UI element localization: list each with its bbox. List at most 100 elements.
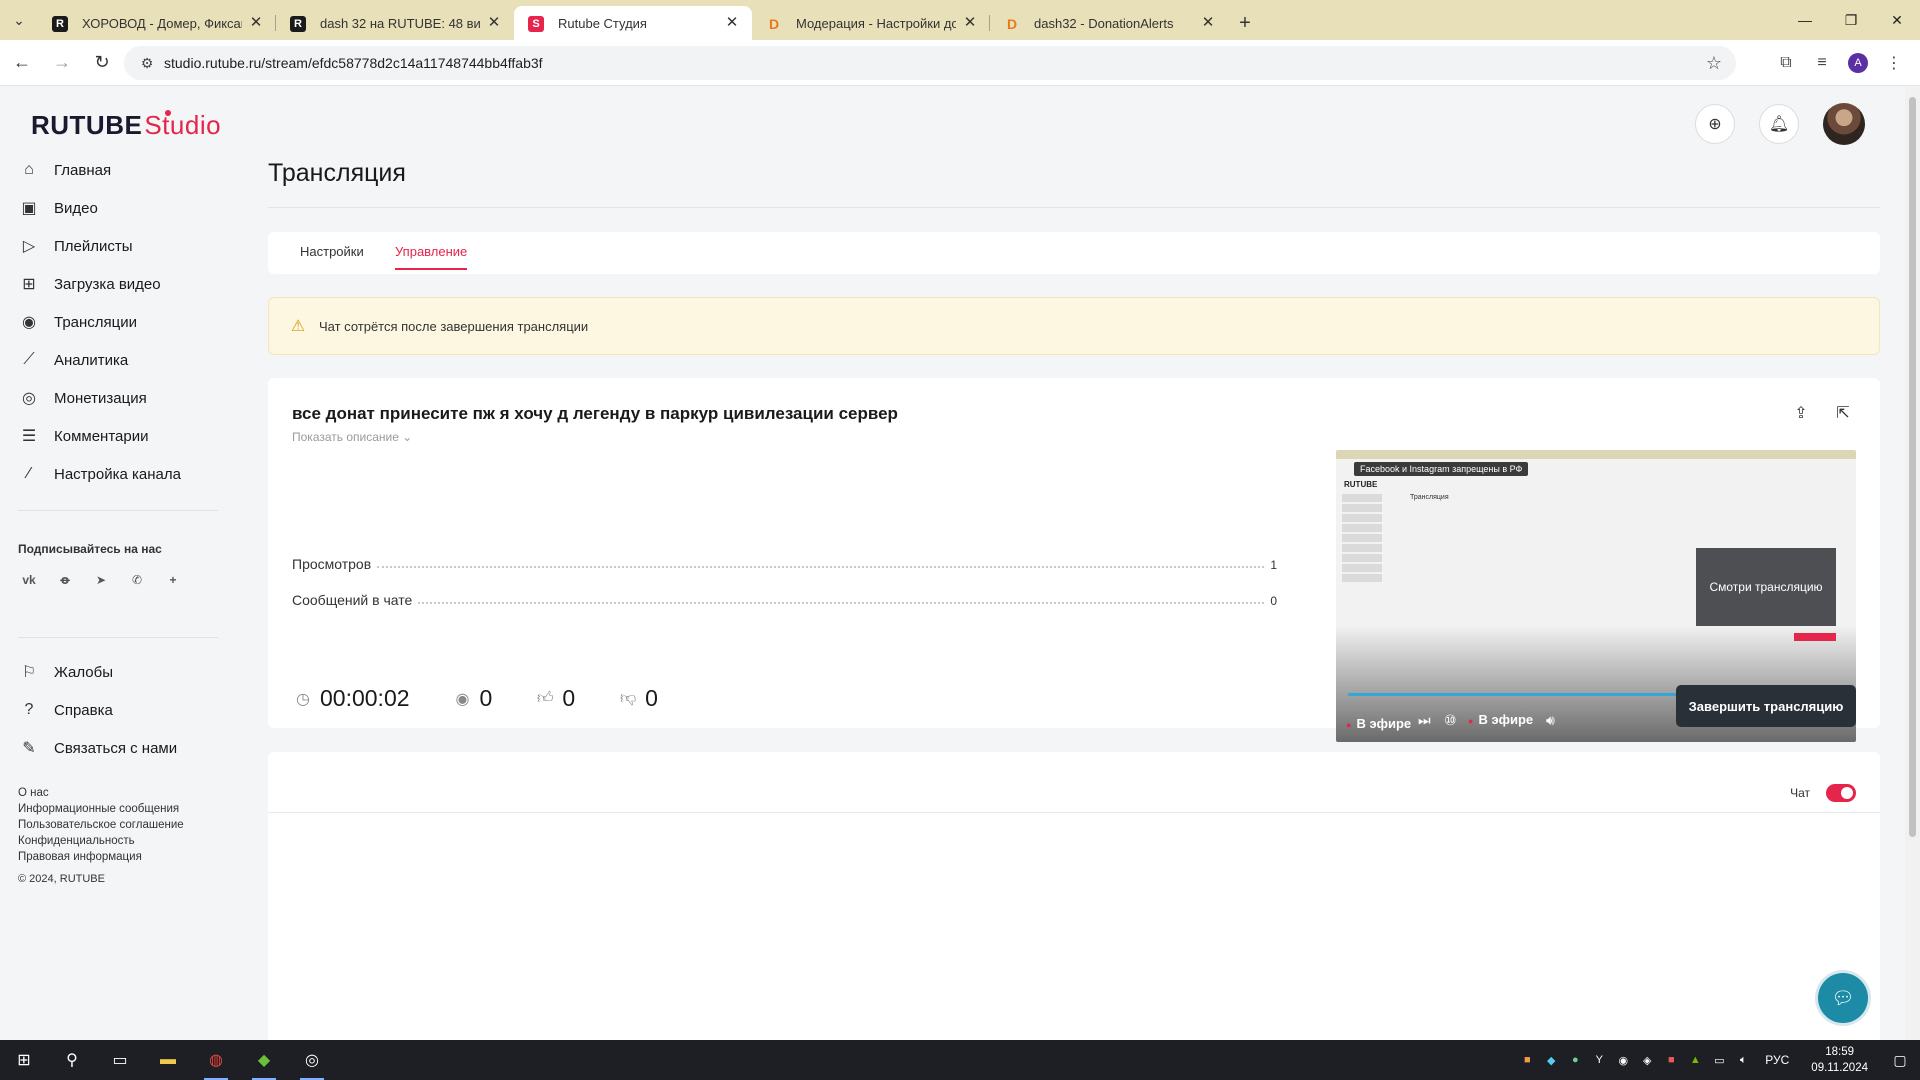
- task-view-icon[interactable]: ▭: [96, 1040, 144, 1080]
- tray-nvidia-icon[interactable]: ▲: [1683, 1040, 1707, 1080]
- replay-10-icon[interactable]: ⑩: [1444, 712, 1457, 729]
- footer-link[interactable]: Пользовательское соглашение: [18, 817, 184, 833]
- chat-bubble-icon: 💬︎: [1831, 987, 1855, 1008]
- close-tab-icon[interactable]: ✕: [1200, 14, 1216, 31]
- new-tab-button[interactable]: +: [1228, 6, 1262, 40]
- page-scrollbar[interactable]: [1905, 87, 1920, 1040]
- tray-shield-icon[interactable]: ◆: [1539, 1040, 1563, 1080]
- sidebar-item-channel-settings[interactable]: ⁄ Настройка канала: [18, 455, 181, 493]
- back-icon[interactable]: ←: [4, 45, 40, 81]
- sidebar-item-video[interactable]: ▣ Видео: [18, 189, 97, 227]
- bookmark-star-icon[interactable]: ☆: [1706, 53, 1722, 74]
- search-icon[interactable]: ⚲: [48, 1040, 96, 1080]
- browser-menu-icon[interactable]: ⋮: [1876, 45, 1912, 81]
- extensions-icon[interactable]: ⧉: [1768, 45, 1804, 81]
- footer-link[interactable]: Правовая информация: [18, 849, 184, 865]
- close-window-icon[interactable]: ✕: [1874, 0, 1920, 40]
- scrollbar-thumb[interactable]: [1909, 97, 1916, 837]
- media-controls-icon[interactable]: ≡: [1804, 45, 1840, 81]
- telegram-icon[interactable]: ➤: [90, 569, 112, 591]
- chrome-icon[interactable]: ◍: [192, 1040, 240, 1080]
- sidebar-item-complaints[interactable]: ⚐ Жалобы: [18, 653, 113, 691]
- footer-link[interactable]: Конфиденциальность: [18, 833, 184, 849]
- external-link-icon[interactable]: ⇱: [1832, 402, 1854, 424]
- stat-leader-dots: [418, 602, 1265, 604]
- live-indicator[interactable]: В эфире: [1468, 712, 1533, 727]
- tray-app-icon[interactable]: ●: [1563, 1040, 1587, 1080]
- obs-icon[interactable]: ◎: [288, 1040, 336, 1080]
- sidebar-item-home[interactable]: ⌂ Главная: [18, 151, 111, 189]
- sidebar-item-comments[interactable]: ☰ Комментарии: [18, 417, 149, 455]
- volume-icon[interactable]: 🔊︎: [1546, 712, 1555, 729]
- stat-label: Просмотров: [292, 556, 372, 572]
- tab-management[interactable]: Управление: [395, 244, 468, 270]
- address-bar[interactable]: ⚙ studio.rutube.ru/stream/efdc58778d2c14…: [124, 46, 1736, 80]
- taskbar-clock[interactable]: 18:59 09.11.2024: [1811, 1044, 1868, 1076]
- warning-text: Чат сотрётся после завершения трансляции: [319, 318, 589, 334]
- minecraft-icon[interactable]: ◆: [240, 1040, 288, 1080]
- skip-forward-icon[interactable]: ⏭: [1418, 712, 1431, 729]
- sidebar-item-analytics[interactable]: ⟋ Аналитика: [18, 341, 128, 379]
- chevron-down-icon: ⌄: [402, 430, 413, 444]
- browser-tab-5[interactable]: D dash32 - DonationAlerts ✕: [990, 6, 1228, 40]
- chat-toggle[interactable]: [1826, 784, 1856, 802]
- show-description-link[interactable]: Показать описание ⌄: [292, 430, 412, 444]
- close-tab-icon[interactable]: ✕: [486, 14, 502, 31]
- file-explorer-icon[interactable]: ▬: [144, 1040, 192, 1080]
- viber-icon[interactable]: ✆: [126, 569, 148, 591]
- tray-app-icon[interactable]: ■: [1659, 1040, 1683, 1080]
- reload-icon[interactable]: ↻: [84, 45, 120, 81]
- support-chat-button[interactable]: 💬︎: [1818, 973, 1868, 1023]
- sidebar-item-streams[interactable]: ◉ Трансляции: [18, 303, 137, 341]
- stream-card-actions: ⇪ ⇱: [1790, 402, 1854, 424]
- browser-toolbar: ← → ↻ ⚙ studio.rutube.ru/stream/efdc5877…: [0, 40, 1920, 86]
- preview-page-title: Трансляция: [1410, 494, 1449, 501]
- close-tab-icon[interactable]: ✕: [724, 14, 740, 31]
- end-stream-button[interactable]: Завершить трансляцию: [1676, 685, 1856, 727]
- sidebar-item-upload[interactable]: ⊞ Загрузка видео: [18, 265, 160, 303]
- notification-center-icon[interactable]: ▢: [1880, 1052, 1920, 1069]
- browser-tab-1[interactable]: R ХОРОВОД - Домер, Фиксай, Р ✕: [38, 6, 276, 40]
- plus-icon[interactable]: +: [162, 569, 184, 591]
- close-tab-icon[interactable]: ✕: [248, 14, 264, 31]
- site-settings-icon[interactable]: ⚙: [132, 55, 162, 72]
- profile-button[interactable]: A: [1840, 45, 1876, 81]
- browser-tab-3-active[interactable]: S Rutube Студия ✕: [514, 6, 752, 40]
- network-icon[interactable]: ▭: [1707, 1040, 1731, 1080]
- forward-icon[interactable]: →: [44, 45, 80, 81]
- footer-link[interactable]: Информационные сообщения: [18, 801, 184, 817]
- dislikes-value: 0: [645, 685, 658, 711]
- sidebar-item-label: Комментарии: [54, 427, 149, 445]
- volume-tray-icon[interactable]: 🔈︎: [1731, 1040, 1755, 1080]
- sidebar-item-help[interactable]: ? Справка: [18, 691, 113, 729]
- notifications-button[interactable]: 🔔︎: [1759, 104, 1799, 144]
- chat-toggle-label: Чат: [1790, 786, 1810, 800]
- tab-search-icon[interactable]: ⌄: [0, 0, 38, 40]
- vk-icon[interactable]: vk: [18, 569, 40, 591]
- tray-steam-icon[interactable]: ◉: [1611, 1040, 1635, 1080]
- windows-start-icon[interactable]: ⊞: [0, 1040, 48, 1080]
- sidebar-item-contact[interactable]: ✎ Связаться с нами: [18, 729, 177, 767]
- ok-icon[interactable]: ꝋ: [54, 569, 76, 591]
- tray-app-icon[interactable]: ■: [1515, 1040, 1539, 1080]
- share-icon[interactable]: ⇪: [1790, 402, 1812, 424]
- comments-icon: ☰: [21, 428, 37, 445]
- minimize-icon[interactable]: —: [1782, 0, 1828, 40]
- tray-app-icon[interactable]: ◈: [1635, 1040, 1659, 1080]
- sidebar-item-label: Плейлисты: [54, 237, 133, 255]
- sidebar-item-monetization[interactable]: ◎ Монетизация: [18, 379, 147, 417]
- sidebar-item-playlists[interactable]: ▷ Плейлисты: [18, 227, 133, 265]
- url-text[interactable]: studio.rutube.ru/stream/efdc58778d2c14a1…: [164, 55, 543, 71]
- input-language[interactable]: РУС: [1765, 1053, 1789, 1067]
- create-button[interactable]: ⊕: [1695, 104, 1735, 144]
- browser-tab-2[interactable]: R dash 32 на RUTUBE: 48 видео - ✕: [276, 6, 514, 40]
- tray-yandex-icon[interactable]: Y: [1587, 1040, 1611, 1080]
- restore-icon[interactable]: ❐: [1828, 0, 1874, 40]
- social-links: vk ꝋ ➤ ✆ +: [18, 569, 184, 591]
- viewers-value: 0: [479, 685, 493, 711]
- close-tab-icon[interactable]: ✕: [962, 14, 978, 31]
- tab-settings[interactable]: Настройки: [300, 244, 364, 259]
- footer-link[interactable]: О нас: [18, 785, 184, 801]
- browser-tab-4[interactable]: D Модерация - Настройки дона ✕: [752, 6, 990, 40]
- user-avatar[interactable]: [1823, 103, 1865, 145]
